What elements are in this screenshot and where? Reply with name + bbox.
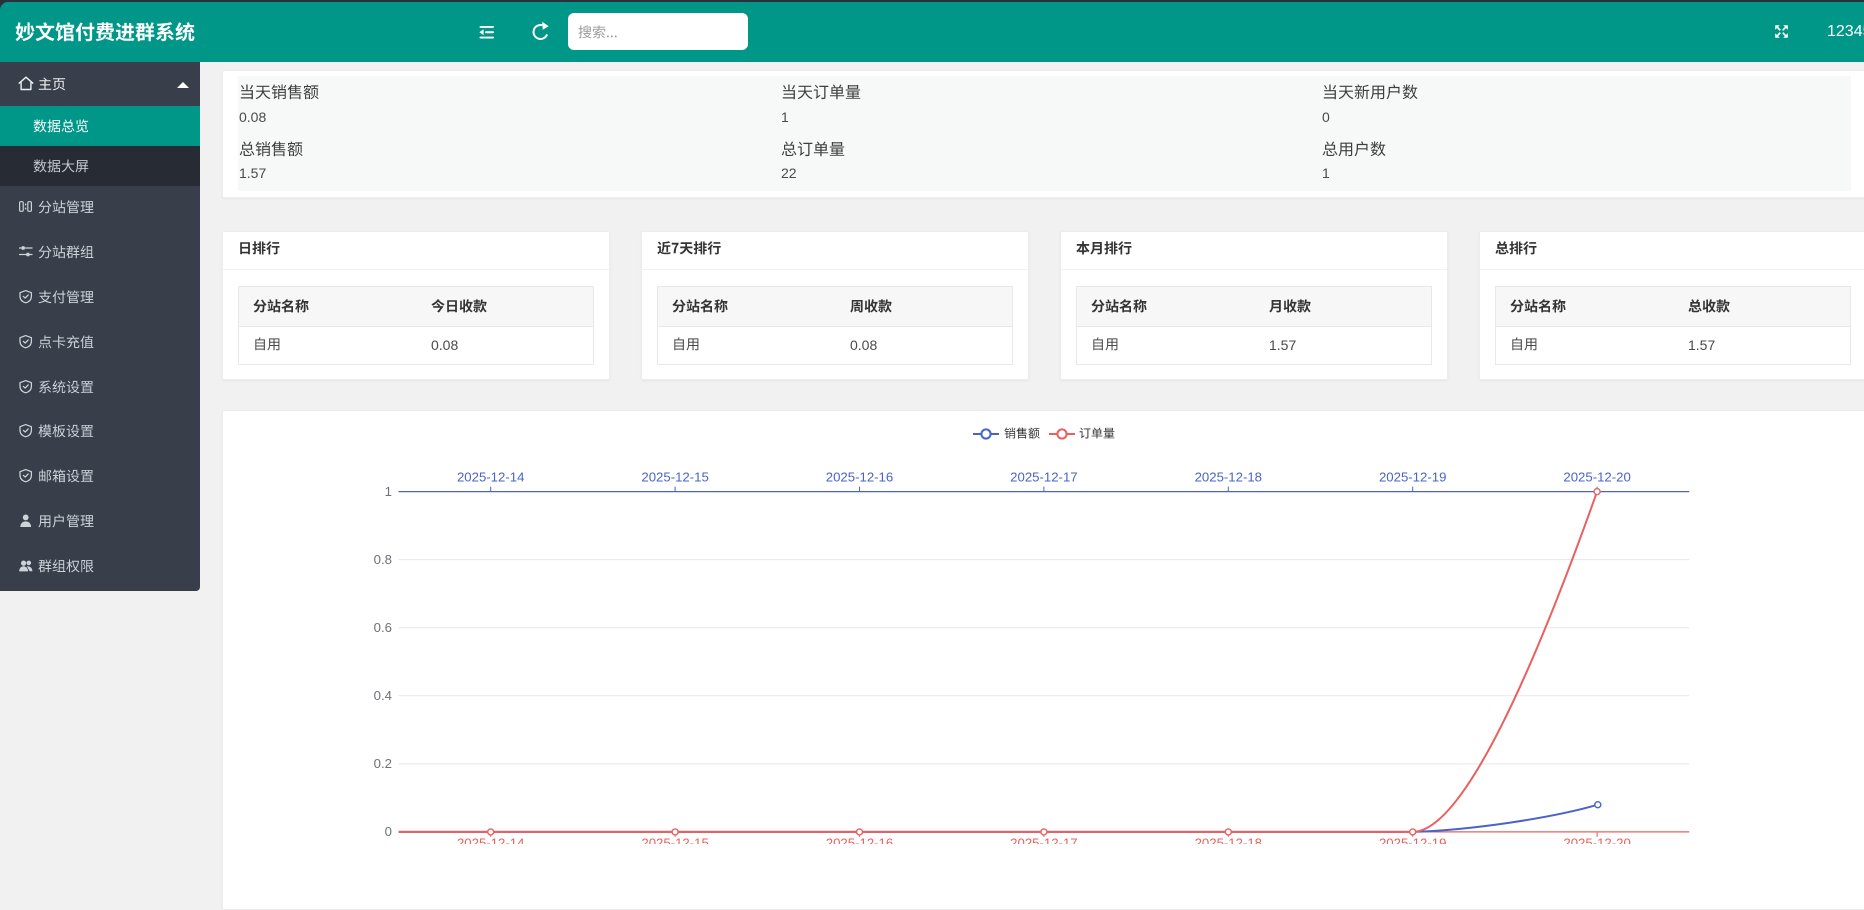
svg-text:2025-12-19: 2025-12-19 [1379, 470, 1446, 485]
svg-text:2025-12-14: 2025-12-14 [457, 470, 524, 485]
svg-text:0.4: 0.4 [374, 688, 392, 703]
svg-text:0: 0 [385, 824, 392, 839]
svg-text:2025-12-18: 2025-12-18 [1195, 836, 1262, 845]
svg-text:0.8: 0.8 [374, 552, 392, 567]
svg-text:1: 1 [385, 484, 392, 499]
svg-text:2025-12-20: 2025-12-20 [1563, 470, 1630, 485]
svg-text:2025-12-17: 2025-12-17 [1010, 470, 1077, 485]
svg-text:2025-12-15: 2025-12-15 [641, 836, 708, 845]
svg-text:2025-12-16: 2025-12-16 [826, 836, 893, 845]
svg-text:0.2: 0.2 [374, 756, 392, 771]
svg-text:2025-12-18: 2025-12-18 [1195, 470, 1262, 485]
svg-text:2025-12-16: 2025-12-16 [826, 470, 893, 485]
svg-text:2025-12-15: 2025-12-15 [641, 470, 708, 485]
svg-text:2025-12-14: 2025-12-14 [457, 836, 524, 845]
svg-text:2025-12-17: 2025-12-17 [1010, 836, 1077, 845]
svg-text:2025-12-20: 2025-12-20 [1563, 836, 1630, 845]
svg-text:0.6: 0.6 [374, 620, 392, 635]
svg-text:2025-12-19: 2025-12-19 [1379, 836, 1446, 845]
